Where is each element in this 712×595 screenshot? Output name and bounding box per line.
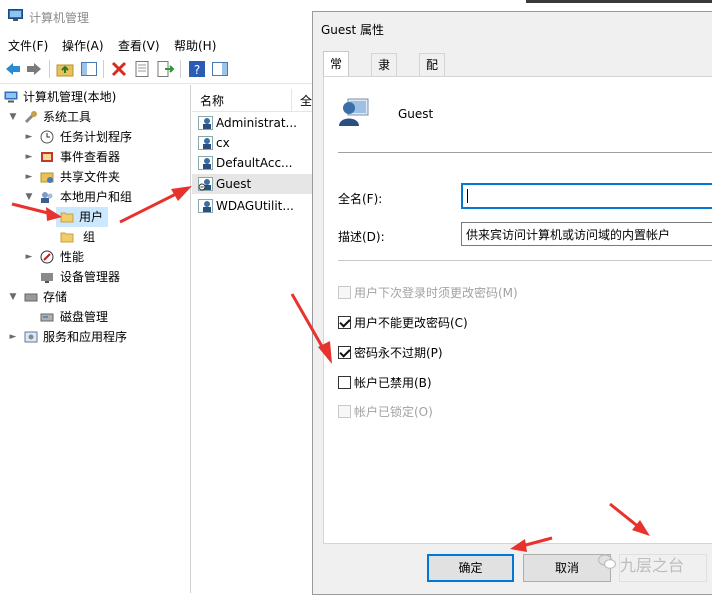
forward-icon[interactable] bbox=[25, 60, 43, 78]
guest-properties-dialog: Guest 属性 常规 隶属于 配置文件 Guest 全名(F): 描述(D):… bbox=[312, 11, 712, 595]
user-icon bbox=[198, 136, 213, 150]
dialog-title: Guest 属性 bbox=[321, 23, 385, 37]
general-tab-panel: Guest 全名(F): 描述(D): 供来宾访问计算机或访问域的内置帐户 用户… bbox=[323, 76, 712, 544]
tree-item-event-viewer[interactable]: ► 事件查看器 bbox=[24, 147, 184, 167]
user-name: Guest bbox=[398, 107, 434, 121]
tree-item-device-manager[interactable]: 设备管理器 bbox=[24, 267, 184, 287]
description-label: 描述(D): bbox=[338, 230, 385, 244]
user-icon bbox=[198, 156, 213, 170]
tree-item-task-scheduler[interactable]: ► 任务计划程序 bbox=[24, 127, 184, 147]
event-viewer-icon bbox=[41, 152, 53, 162]
wechat-icon bbox=[598, 554, 616, 569]
tree-item-groups[interactable]: 组 bbox=[56, 227, 116, 247]
chevron-down-icon[interactable]: ▼ bbox=[24, 187, 34, 207]
list-item[interactable]: WDAGUtilit... bbox=[192, 196, 312, 216]
users-groups-icon bbox=[41, 192, 53, 203]
app-title: 计算机管理 bbox=[29, 11, 90, 25]
checkbox-box[interactable] bbox=[338, 376, 351, 389]
tree-item-performance[interactable]: ► 性能 bbox=[24, 247, 184, 267]
chevron-right-icon[interactable]: ► bbox=[24, 167, 34, 187]
toolbar-separator bbox=[180, 60, 181, 78]
computer-management-icon bbox=[8, 9, 23, 21]
menu-view[interactable]: 查看(V) bbox=[118, 37, 160, 54]
menu-action[interactable]: 操作(A) bbox=[62, 37, 104, 54]
watermark-text: 九层之台 bbox=[620, 556, 685, 575]
checkbox-box[interactable] bbox=[338, 316, 351, 329]
disk-icon bbox=[40, 313, 54, 322]
tab-general[interactable]: 常规 bbox=[323, 51, 350, 96]
user-disabled-icon bbox=[198, 177, 213, 191]
clock-icon bbox=[40, 130, 54, 144]
services-icon bbox=[24, 331, 38, 343]
folder-icon bbox=[60, 232, 74, 243]
export-list-icon[interactable] bbox=[156, 60, 174, 78]
chevron-right-icon[interactable]: ► bbox=[24, 247, 34, 267]
list-item[interactable]: cx bbox=[192, 133, 312, 153]
user-icon bbox=[198, 116, 213, 130]
fullname-field[interactable] bbox=[461, 183, 712, 209]
properties-icon[interactable] bbox=[133, 60, 151, 78]
background-window-strip bbox=[526, 0, 712, 3]
checkbox-box[interactable] bbox=[338, 346, 351, 359]
tab-profile[interactable]: 配置文件 bbox=[419, 53, 446, 138]
description-field[interactable]: 供来宾访问计算机或访问域的内置帐户 bbox=[461, 222, 712, 246]
tree-item-system-tools[interactable]: ▼ 系统工具 bbox=[8, 107, 178, 127]
chevron-right-icon[interactable]: ► bbox=[24, 127, 34, 147]
column-header-name[interactable]: 名称 bbox=[200, 92, 224, 109]
delete-icon[interactable] bbox=[110, 60, 128, 78]
back-icon[interactable] bbox=[4, 60, 22, 78]
help-icon[interactable]: ? bbox=[188, 60, 206, 78]
show-hide-tree-icon[interactable] bbox=[80, 60, 98, 78]
fullname-label: 全名(F): bbox=[338, 192, 383, 206]
text-cursor bbox=[467, 189, 468, 203]
column-header-fullname[interactable]: 全 bbox=[300, 92, 312, 109]
chevron-down-icon[interactable]: ▼ bbox=[8, 287, 18, 307]
ok-button[interactable]: 确定 bbox=[427, 554, 514, 582]
tab-member-of[interactable]: 隶属于 bbox=[371, 53, 398, 116]
user-list: 名称 全 Administrat... cx DefaultAcc... Gue… bbox=[192, 85, 313, 593]
chevron-down-icon[interactable]: ▼ bbox=[8, 107, 18, 127]
toolbar-separator bbox=[103, 60, 104, 78]
user-avatar-icon bbox=[339, 98, 369, 126]
tools-icon bbox=[24, 111, 37, 124]
divider bbox=[338, 260, 712, 261]
menu-file[interactable]: 文件(F) bbox=[8, 37, 48, 54]
list-item[interactable]: DefaultAcc... bbox=[192, 153, 312, 173]
user-icon bbox=[198, 199, 213, 213]
performance-icon bbox=[40, 250, 54, 264]
chevron-right-icon[interactable]: ► bbox=[8, 327, 18, 347]
list-item-selected[interactable]: Guest bbox=[192, 174, 312, 194]
svg-text:?: ? bbox=[194, 63, 200, 77]
show-action-pane-icon[interactable] bbox=[211, 60, 229, 78]
tree-item-shared-folders[interactable]: ► 共享文件夹 bbox=[24, 167, 184, 187]
up-folder-icon[interactable] bbox=[56, 60, 74, 78]
computer-management-icon bbox=[4, 91, 18, 103]
toolbar-separator bbox=[49, 60, 50, 78]
tree-item-services-apps[interactable]: ► 服务和应用程序 bbox=[8, 327, 178, 347]
tree-item-disk-management[interactable]: 磁盘管理 bbox=[24, 307, 184, 327]
shared-folder-icon bbox=[40, 172, 54, 183]
checkbox-box[interactable] bbox=[338, 286, 351, 299]
device-manager-icon bbox=[41, 273, 53, 283]
tree-item-users[interactable]: 用户 bbox=[56, 207, 108, 227]
folder-icon bbox=[60, 212, 74, 223]
column-divider[interactable] bbox=[291, 89, 292, 111]
divider bbox=[338, 152, 712, 153]
menu-help[interactable]: 帮助(H) bbox=[174, 37, 216, 54]
console-tree: 计算机管理(本地) ▼ 系统工具 ► 任务计划程序 ► 事件查看器 ► 共享文件… bbox=[0, 85, 191, 593]
tree-item-local-users-groups[interactable]: ▼ 本地用户和组 bbox=[24, 187, 184, 207]
list-header: 名称 全 bbox=[192, 89, 312, 112]
tree-item-storage[interactable]: ▼ 存储 bbox=[8, 287, 178, 307]
list-item[interactable]: Administrat... bbox=[192, 113, 312, 133]
storage-icon bbox=[24, 293, 38, 302]
chevron-right-icon[interactable]: ► bbox=[24, 147, 34, 167]
checkbox-box[interactable] bbox=[338, 405, 351, 418]
